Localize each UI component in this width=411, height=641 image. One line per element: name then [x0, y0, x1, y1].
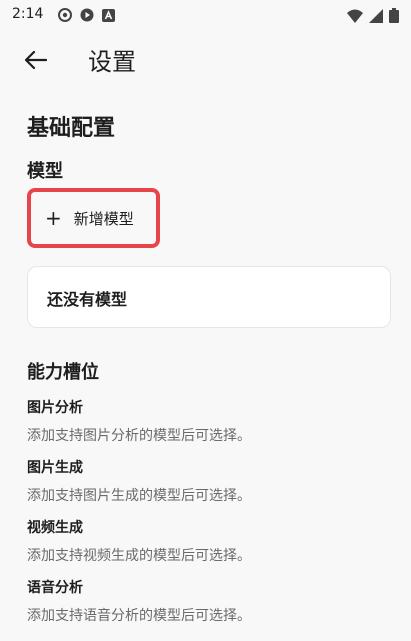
slot-description: 添加支持语音分析的模型后可选择。 [27, 608, 251, 624]
section-title-basic-config: 基础配置 [27, 116, 116, 141]
add-model-label: 新增模型 [73, 209, 134, 228]
slot-description: 添加支持视频生成的模型后可选择。 [27, 548, 251, 564]
empty-models-card: 还没有模型 [27, 266, 391, 328]
battery-icon [389, 8, 399, 27]
slot-name: 图片分析 [27, 400, 83, 416]
arrow-left-icon [24, 50, 48, 73]
add-model-highlight: + 新增模型 [27, 188, 160, 248]
slot-description: 添加支持图片生成的模型后可选择。 [27, 488, 251, 504]
back-button[interactable] [20, 46, 52, 78]
settings-gear-icon [58, 8, 72, 22]
slot-video-generation[interactable]: 视频生成 添加支持视频生成的模型后可选择。 [27, 518, 397, 565]
status-bar: 2:14 [0, 0, 411, 32]
slot-name: 图片生成 [27, 460, 83, 476]
subsection-title-models: 模型 [27, 161, 63, 182]
add-model-button[interactable]: + 新增模型 [35, 196, 152, 240]
slot-name: 视频生成 [27, 520, 83, 536]
page-title: 设置 [88, 48, 136, 76]
app-bar: 设置 [0, 40, 411, 84]
slot-image-analysis[interactable]: 图片分析 添加支持图片分析的模型后可选择。 [27, 398, 397, 445]
empty-models-text: 还没有模型 [47, 290, 128, 309]
slot-speech-analysis[interactable]: 语音分析 添加支持语音分析的模型后可选择。 [27, 578, 397, 625]
notification-icons [58, 8, 115, 22]
slot-name: 语音分析 [27, 580, 83, 596]
system-icons [347, 8, 399, 27]
plus-icon: + [45, 206, 62, 230]
a-badge-icon [102, 8, 115, 22]
signal-icon [369, 8, 383, 27]
slot-image-generation[interactable]: 图片生成 添加支持图片生成的模型后可选择。 [27, 458, 397, 505]
status-time: 2:14 [12, 6, 44, 22]
subsection-title-capability-slots: 能力槽位 [27, 362, 99, 383]
wifi-icon [347, 8, 363, 27]
slot-description: 添加支持图片分析的模型后可选择。 [27, 428, 251, 444]
play-icon [80, 8, 94, 22]
